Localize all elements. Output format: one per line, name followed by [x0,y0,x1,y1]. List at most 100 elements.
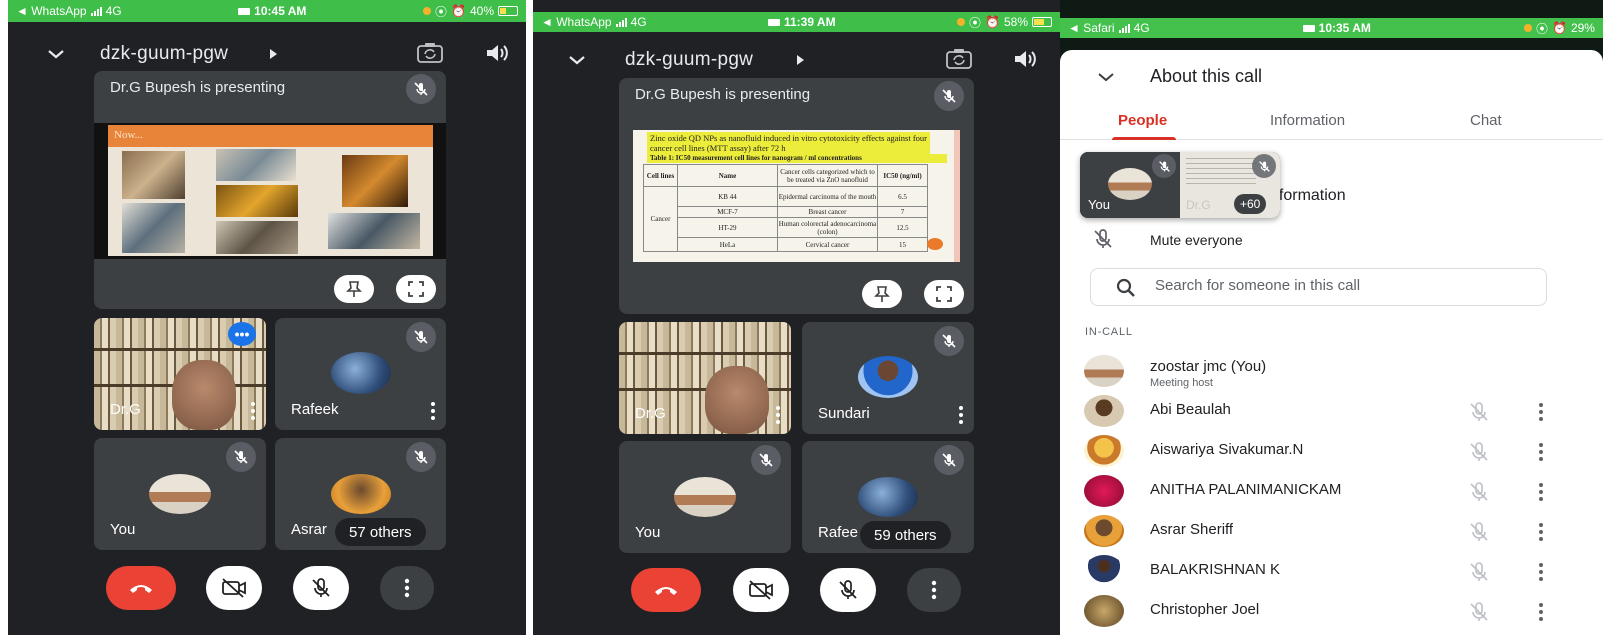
mic-in-use-icon [423,7,431,15]
column-header: Name [677,164,778,187]
participant-row[interactable]: Abi Beaulah [1060,393,1603,433]
meeting-header: dzk-guum-pgw [8,34,526,74]
avatar [1084,595,1124,627]
slide-title-bar: Now... [108,125,433,147]
others-count-pill[interactable]: 57 others [335,518,426,546]
presentation-tile[interactable]: Dr.G Bupesh is presenting Now... [94,71,446,309]
table-cell: 12.5 [877,217,928,238]
chevron-down-icon[interactable] [46,44,66,64]
mic-off-icon[interactable] [1468,401,1490,423]
location-icon: ⦿ [1535,21,1548,36]
participant-more-button[interactable] [1538,523,1544,541]
participant-name: Asrar [291,521,327,538]
meeting-code[interactable]: dzk-guum-pgw [100,43,228,65]
battery-icon [498,6,518,16]
slide-image: Now... [108,125,433,256]
alarm-icon: ⏰ [985,15,1000,29]
tile-more-button[interactable] [958,406,964,424]
meeting-code[interactable]: dzk-guum-pgw [625,49,753,71]
others-count-pill[interactable]: 59 others [860,521,951,549]
participant-row[interactable]: ANITHA PALANIMANICKAM [1060,473,1603,513]
switch-camera-icon[interactable] [945,48,973,70]
participant-more-button[interactable] [1538,403,1544,421]
tab-information[interactable]: Information [1270,112,1345,129]
picture-in-picture[interactable]: You Dr.G +60 [1080,152,1280,218]
back-to-app-link[interactable]: ◄ WhatsApp [16,4,87,18]
mic-off-icon[interactable] [1468,441,1490,463]
participant-tile-you[interactable]: You [94,438,266,550]
tile-more-button[interactable] [250,402,256,420]
mic-off-icon [414,450,428,464]
fullscreen-button[interactable] [396,275,436,303]
mic-off-icon[interactable] [1468,601,1490,623]
participant-row[interactable]: Asrar Sheriff [1060,513,1603,553]
participant-more-button[interactable] [1538,443,1544,461]
presentation-tile[interactable]: Dr.G Bupesh is presenting Zinc oxide QD … [619,78,974,314]
participant-more-button[interactable] [1538,563,1544,581]
more-options-button[interactable] [907,568,961,612]
chevron-down-icon[interactable] [567,50,587,70]
back-to-app-link[interactable]: ◄ Safari [1068,21,1115,35]
tab-people[interactable]: People [1118,112,1167,129]
participant-tile-drg[interactable]: ••• Dr.G [94,318,266,430]
people-search[interactable] [1090,268,1547,306]
back-to-app-link[interactable]: ◄ WhatsApp [541,15,612,29]
participant-row[interactable]: Aiswariya Sivakumar.N [1060,433,1603,473]
mic-off-icon[interactable] [1468,481,1490,503]
tab-chat[interactable]: Chat [1470,112,1502,129]
speaker-icon[interactable] [484,41,510,65]
mic-off-icon [942,453,956,467]
participant-row[interactable]: Christopher Joel [1060,593,1603,633]
lab-photo [216,221,298,254]
chevron-down-icon[interactable] [1096,70,1116,84]
caret-right-icon[interactable] [270,49,277,59]
end-call-button[interactable] [631,568,701,612]
participant-row[interactable]: BALAKRISHNAN K [1060,553,1603,593]
participant-name: Aiswariya Sivakumar.N [1150,441,1304,458]
participant-tile-drg[interactable]: Dr.G [619,322,791,434]
pin-button[interactable] [334,275,374,303]
participant-tile-you[interactable]: You [619,441,791,553]
add-people-label[interactable]: nformation [1270,187,1346,205]
lab-photo [328,213,420,249]
caret-right-icon[interactable] [797,55,804,65]
camera-toggle-button[interactable] [733,568,789,612]
location-icon: ⦿ [969,15,982,30]
participant-tile-sundari[interactable]: Sundari [802,322,974,434]
presenting-label: Dr.G Bupesh is presenting [110,79,286,96]
end-call-button[interactable] [106,566,176,610]
camera-toggle-button[interactable] [206,566,262,610]
participant-tile-asrar[interactable]: Asrar 57 others [275,438,446,550]
participant-row[interactable]: zoostar jmc (You) Meeting host [1060,353,1603,393]
network-type: 4G [105,4,122,18]
slide-title: Zinc oxide QD NPs as nanofluid induced i… [650,133,927,153]
participant-tile-rafeek[interactable]: Rafeek [275,318,446,430]
speaker-icon[interactable] [1012,47,1038,71]
mic-off-icon [1258,160,1270,172]
pin-button[interactable] [862,280,902,308]
table-cell: HT-29 [677,217,778,238]
more-options-badge[interactable]: ••• [228,322,256,346]
more-options-button[interactable] [380,566,434,610]
alarm-icon: ⏰ [1552,21,1567,35]
participant-more-button[interactable] [1538,483,1544,501]
pip-count-badge[interactable]: +60 [1234,194,1267,214]
mic-toggle-button[interactable] [293,566,349,610]
switch-camera-icon[interactable] [416,42,444,64]
tile-more-button[interactable] [775,406,781,424]
muted-mic-badge [934,445,964,475]
table-row: Cancer KB 44 Epidermal carcinoma of the … [643,186,928,252]
participant-more-button[interactable] [1538,603,1544,621]
fullscreen-button[interactable] [924,280,964,308]
search-input[interactable] [1155,277,1525,294]
mic-in-use-icon [957,18,965,26]
mic-off-icon[interactable] [1468,521,1490,543]
tile-more-button[interactable] [430,402,436,420]
mute-everyone-button[interactable]: Mute everyone [1150,232,1243,248]
participant-face [172,360,236,430]
table-row: HeLa Cervical cancer 15 [644,237,928,252]
mic-off-icon[interactable] [1468,561,1490,583]
mic-toggle-button[interactable] [820,568,876,612]
participant-tile-rafeek[interactable]: Rafee 59 others [802,441,974,553]
mute-everyone-icon[interactable] [1092,228,1114,250]
